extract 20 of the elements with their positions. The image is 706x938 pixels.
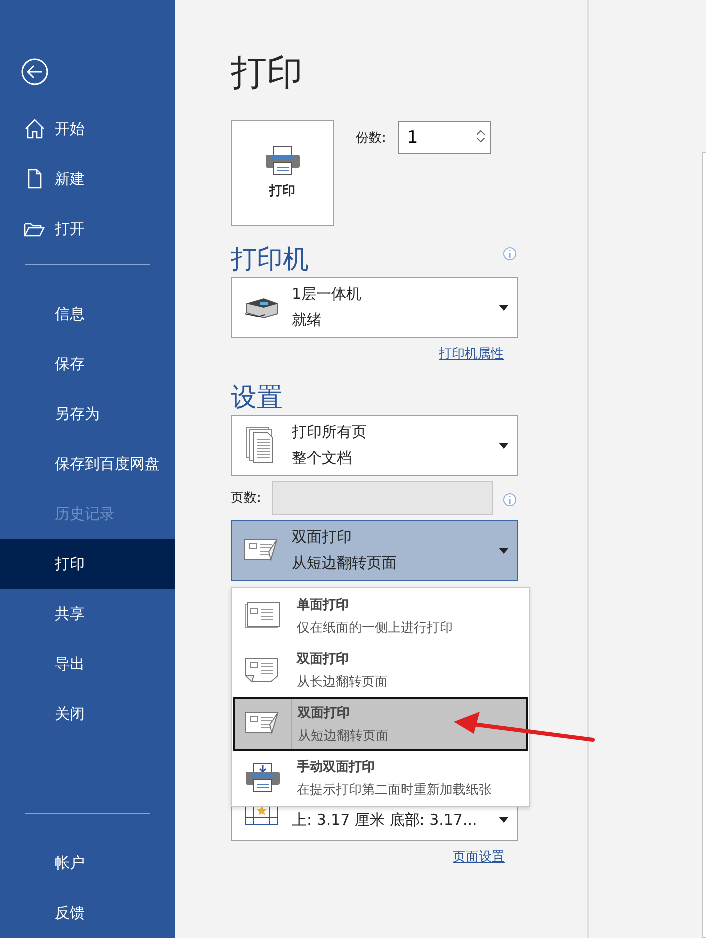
menu-item-description: 从长边翻转页面 bbox=[297, 674, 389, 690]
printer-name: 1层一体机 bbox=[292, 285, 363, 304]
menu-item-description: 从短边翻转页面 bbox=[298, 728, 390, 744]
page-title: 打印 bbox=[231, 52, 304, 96]
menu-item-title: 单面打印 bbox=[297, 596, 350, 614]
dropdown-subtitle: 上: 3.17 厘米 底部: 3.17... bbox=[292, 811, 478, 830]
dropdown-title: 双面打印 bbox=[292, 528, 353, 547]
settings-heading: 设置 bbox=[231, 382, 283, 415]
menu-item-title: 双面打印 bbox=[297, 650, 350, 668]
dropdown-subtitle: 整个文档 bbox=[292, 449, 353, 468]
menu-item-title: 手动双面打印 bbox=[297, 758, 376, 776]
menu-item-description: 在提示打印第二面时重新加载纸张 bbox=[297, 782, 493, 798]
pages-label: 页数: bbox=[231, 490, 262, 507]
printer-heading: 打印机 bbox=[231, 244, 309, 277]
dropdown-title: 打印所有页 bbox=[292, 423, 368, 442]
printer-status: 就绪 bbox=[292, 311, 323, 330]
copies-label: 份数: bbox=[356, 130, 386, 147]
dropdown-subtitle: 从短边翻转页面 bbox=[292, 554, 398, 573]
menu-item-description: 仅在纸面的一侧上进行打印 bbox=[297, 620, 454, 636]
menu-item-title: 双面打印 bbox=[298, 704, 351, 722]
